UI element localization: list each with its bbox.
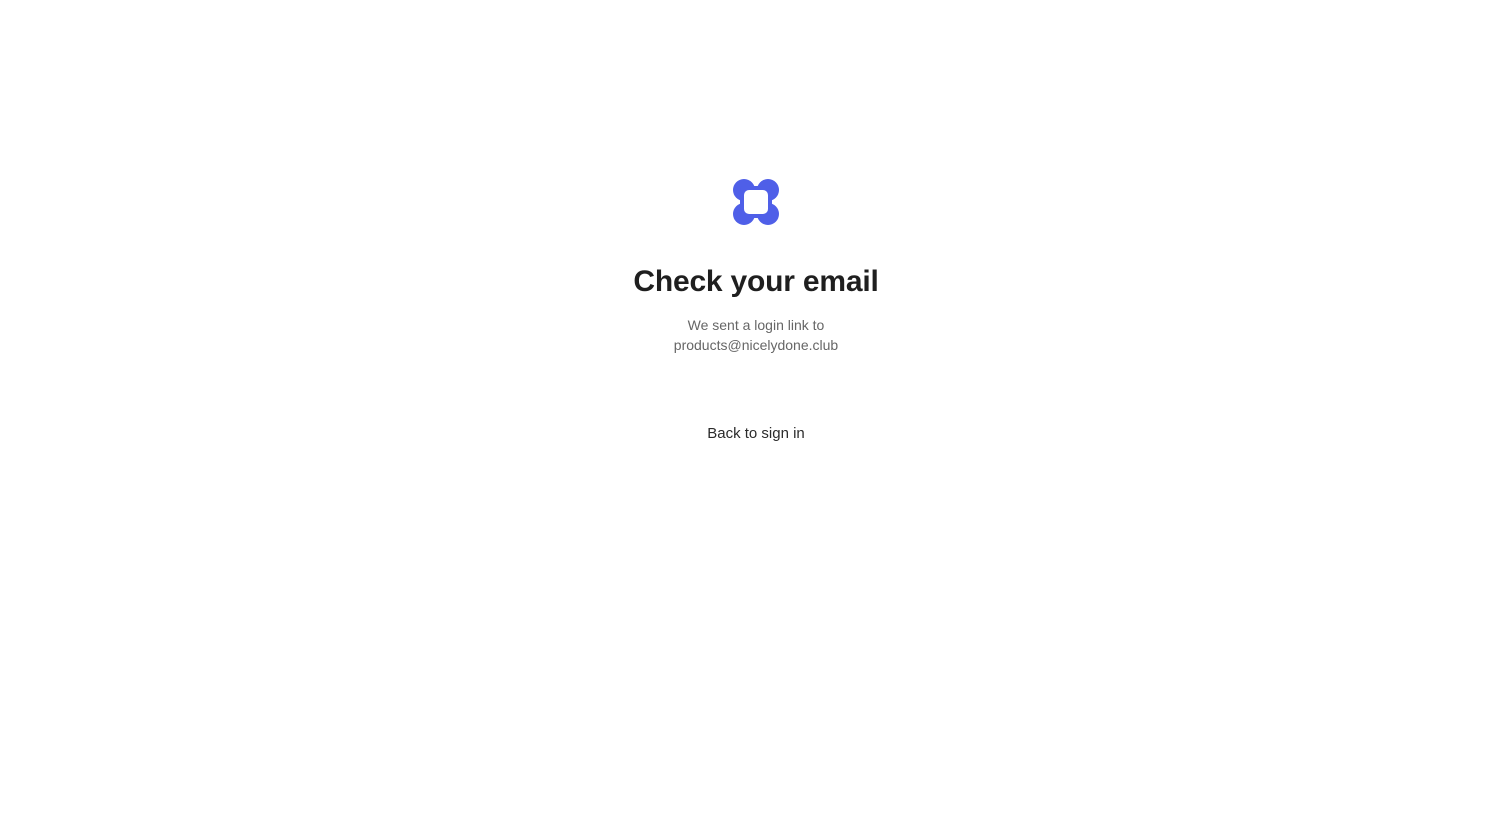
four-petal-logo-icon <box>733 179 779 225</box>
login-link-message: We sent a login link to products@nicelyd… <box>674 315 838 355</box>
email-address: products@nicelydone.club <box>673 337 839 353</box>
confirmation-panel: Check your email We sent a login link to… <box>0 178 1512 448</box>
message-line: We sent a login link to <box>687 317 825 333</box>
back-to-sign-in-button[interactable]: Back to sign in <box>695 419 817 448</box>
check-email-page: Check your email We sent a login link to… <box>0 0 1512 814</box>
page-title: Check your email <box>633 265 879 298</box>
